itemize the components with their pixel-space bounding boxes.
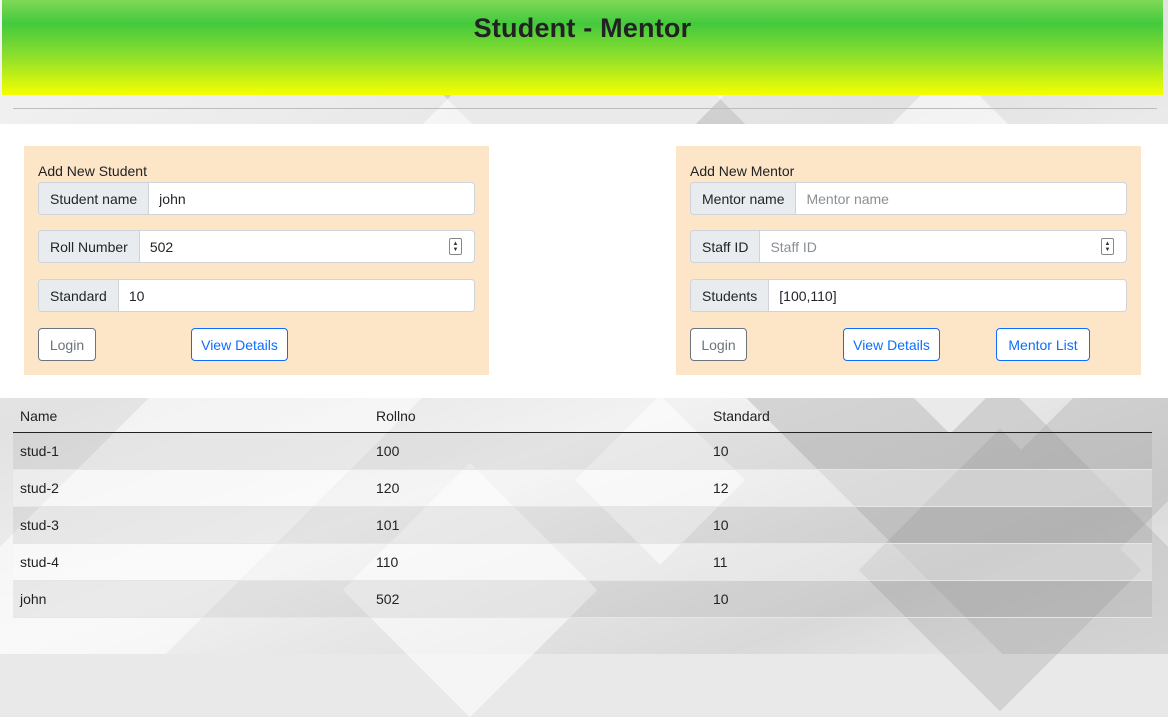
cell-rollno: 110 [369,543,706,581]
cell-standard: 10 [706,580,1152,618]
cell-standard: 10 [706,432,1152,470]
column-header-standard: Standard [706,400,1152,433]
mentor-view-details-button[interactable]: View Details [843,328,940,361]
cell-name: stud-2 [13,469,369,507]
table-header-row: Name Rollno Standard [13,400,1152,433]
student-name-input[interactable] [149,183,474,214]
standard-group: Standard [38,279,475,312]
standard-label: Standard [39,280,119,311]
student-name-group: Student name [38,182,475,215]
number-spinner-icon[interactable]: ▲ ▼ [1101,238,1114,255]
table-row: stud-2 120 12 [13,469,1152,507]
table-row: john 502 10 [13,580,1152,618]
cell-name: stud-1 [13,432,369,470]
page-title: Student - Mentor [473,13,692,43]
divider [13,108,1157,109]
table-row: stud-4 110 11 [13,543,1152,581]
table-row: stud-3 101 10 [13,506,1152,544]
mentor-login-button[interactable]: Login [690,328,747,361]
mentor-name-label: Mentor name [691,183,797,214]
add-mentor-title: Add New Mentor [690,163,795,179]
cell-name: stud-3 [13,506,369,544]
students-group: Students [690,279,1127,312]
app-header: Student - Mentor [2,0,1163,95]
cell-rollno: 120 [369,469,706,507]
roll-number-group: Roll Number ▲▼ [38,230,475,263]
mentor-list-button[interactable]: Mentor List [996,328,1090,361]
student-view-details-button[interactable]: View Details [191,328,288,361]
roll-number-input[interactable] [139,231,449,262]
add-student-card: Add New Student Student name Roll Number… [24,146,489,375]
cell-name: stud-4 [13,543,369,581]
mentor-name-input[interactable] [796,183,1126,214]
students-label: Students [691,280,770,311]
standard-input[interactable] [118,280,474,311]
cell-standard: 11 [706,543,1152,581]
column-header-name: Name [13,400,369,433]
cell-rollno: 100 [369,432,706,470]
student-name-label: Student name [39,183,150,214]
roll-number-label: Roll Number [39,231,140,262]
cell-rollno: 502 [369,580,706,618]
staff-id-label: Staff ID [691,231,761,262]
cell-name: john [13,580,369,618]
staff-id-group: Staff ID ▲▼ [690,230,1127,263]
mentor-name-group: Mentor name [690,182,1127,215]
student-login-button[interactable]: Login [38,328,96,361]
add-student-title: Add New Student [38,163,147,179]
add-mentor-card: Add New Mentor Mentor name Staff ID ▲▼ S… [676,146,1141,375]
table-row: stud-1 100 10 [13,432,1152,470]
column-header-rollno: Rollno [369,400,706,433]
students-table: Name Rollno Standard stud-1 100 10 stud-… [13,400,1152,618]
forms-panel: Add New Student Student name Roll Number… [0,124,1168,398]
cell-rollno: 101 [369,506,706,544]
staff-id-input[interactable] [760,231,1101,262]
cell-standard: 10 [706,506,1152,544]
students-input[interactable] [769,280,1126,311]
number-spinner-icon[interactable]: ▲ ▼ [449,238,462,255]
cell-standard: 12 [706,469,1152,507]
